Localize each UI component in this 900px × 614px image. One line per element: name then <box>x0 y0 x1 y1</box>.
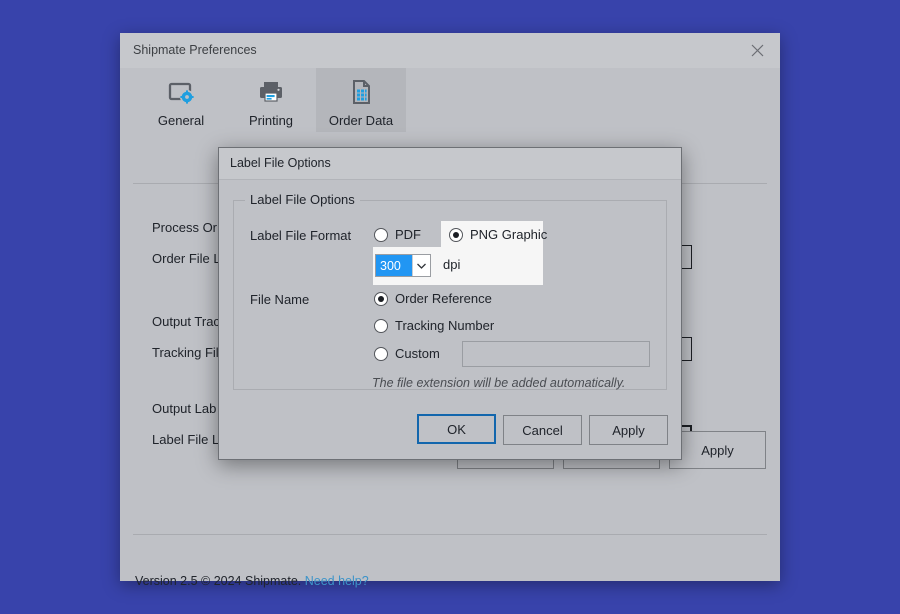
bg-label-output-label: Output Lab <box>152 401 217 416</box>
tab-order-data-label: Order Data <box>328 113 394 128</box>
version-label: Version 2.5 © 2024 Shipmate. <box>135 574 302 588</box>
close-icon <box>751 44 764 57</box>
radio-custom-label: Custom <box>395 346 440 361</box>
radio-png-graphic[interactable]: PNG Graphic <box>449 227 547 242</box>
chevron-down-icon[interactable] <box>412 255 430 276</box>
window-gear-icon <box>166 76 196 108</box>
groupbox-legend: Label File Options <box>245 192 360 207</box>
radio-custom[interactable]: Custom <box>374 346 440 361</box>
radio-order-reference[interactable]: Order Reference <box>374 291 492 306</box>
tab-general[interactable]: General <box>136 68 226 132</box>
tab-order-data[interactable]: Order Data <box>316 68 406 132</box>
printer-icon <box>256 76 286 108</box>
dialog-apply-button[interactable]: Apply <box>589 415 668 445</box>
radio-png-graphic-indicator <box>449 227 463 242</box>
dialog-title: Label File Options <box>230 156 331 170</box>
radio-custom-indicator <box>374 346 388 361</box>
dialog-cancel-button[interactable]: Cancel <box>503 415 582 445</box>
tabstrip: General Printing Order Data <box>120 68 780 150</box>
radio-pdf-label: PDF <box>395 227 421 242</box>
bg-label-label-file-location: Label File L <box>152 432 220 447</box>
radio-tracking-number[interactable]: Tracking Number <box>374 318 494 333</box>
bg-label-process-orders: Process Or <box>152 220 218 235</box>
bg-label-order-file-location: Order File L <box>152 251 221 266</box>
window-title: Shipmate Preferences <box>133 43 257 57</box>
radio-tracking-number-label: Tracking Number <box>395 318 495 333</box>
close-button[interactable] <box>734 33 780 68</box>
radio-order-reference-indicator <box>374 291 388 306</box>
radio-pdf-indicator <box>374 227 388 242</box>
dpi-combobox[interactable]: 300 <box>375 254 431 277</box>
radio-tracking-number-indicator <box>374 318 388 333</box>
radio-pdf[interactable]: PDF <box>374 227 421 242</box>
tab-general-label: General <box>157 113 205 128</box>
dpi-value[interactable]: 300 <box>376 255 412 276</box>
footer-divider <box>133 534 767 535</box>
radio-order-reference-label: Order Reference <box>395 291 492 306</box>
need-help-link[interactable]: Need help? <box>305 574 369 588</box>
window-titlebar: Shipmate Preferences <box>120 33 780 68</box>
bg-label-output-tracking: Output Trac <box>152 314 220 329</box>
main-apply-button[interactable]: Apply <box>669 431 766 469</box>
tab-printing-label: Printing <box>248 113 294 128</box>
tab-printing[interactable]: Printing <box>226 68 316 132</box>
version-text: Version 2.5 © 2024 Shipmate. Need help? <box>135 574 369 588</box>
dialog-ok-button[interactable]: OK <box>417 414 496 444</box>
radio-png-graphic-label: PNG Graphic <box>470 227 548 242</box>
dialog-titlebar: Label File Options <box>219 148 681 180</box>
document-grid-icon <box>346 76 376 108</box>
custom-file-name-input[interactable] <box>462 341 650 367</box>
bg-label-tracking-file: Tracking Fil <box>152 345 219 360</box>
